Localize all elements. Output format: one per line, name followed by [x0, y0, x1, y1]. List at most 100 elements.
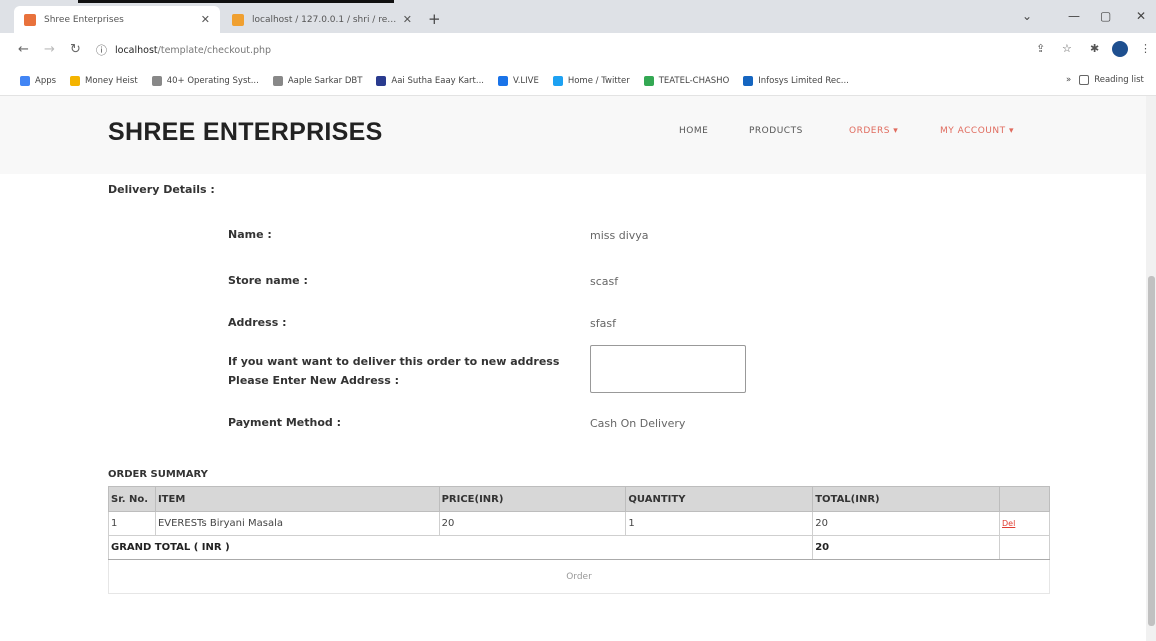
table-row: 1 EVERESTs Biryani Masala 20 1 20 Del [108, 511, 1050, 536]
site-favicon-icon [24, 13, 36, 26]
cell-quantity: 1 [625, 511, 814, 536]
page-scrollbar-thumb[interactable] [1148, 276, 1155, 626]
grand-total-row: GRAND TOTAL ( INR ) 20 [107, 535, 1050, 560]
bookmark-label: Money Heist [85, 75, 138, 86]
bookmark-label: V.LIVE [512, 75, 539, 86]
payment-method-value: Cash On Delivery [590, 417, 686, 430]
address-label: Address : [228, 316, 287, 329]
order-button-cell: Order [108, 559, 1050, 594]
reading-list-label: Reading list [1094, 75, 1144, 85]
order-button[interactable]: Order [566, 572, 592, 582]
bookmarks-bar: Apps Money Heist 40+ Operating Syst... A… [0, 66, 1156, 96]
close-tab-icon[interactable]: ✕ [201, 13, 210, 26]
new-address-label-line1: If you want want to deliver this order t… [228, 355, 560, 368]
bookmark-label: Aaple Sarkar DBT [287, 75, 363, 86]
site-info-icon[interactable]: ⓘ [96, 42, 107, 58]
browser-toolbar: ← → ↻ ⓘ localhost /template/checkout.php… [0, 33, 1156, 66]
col-price: PRICE(INR) [438, 486, 627, 512]
bookmark-item[interactable]: Money Heist [70, 75, 138, 86]
address-bar[interactable]: ⓘ localhost /template/checkout.php [96, 38, 1026, 62]
grand-total-spacer [999, 535, 1050, 560]
bookmark-label: Infosys Limited Rec... [758, 75, 849, 86]
table-header-row: Sr. No. ITEM PRICE(INR) QUANTITY TOTAL(I… [108, 486, 1050, 512]
bookmark-item[interactable]: Home / Twitter [552, 75, 630, 86]
site-icon [272, 75, 283, 86]
tab-title: Shree Enterprises [44, 14, 124, 25]
more-bookmarks-icon[interactable]: » [1066, 75, 1071, 85]
bookmark-item[interactable]: 40+ Operating Syst... [151, 75, 259, 86]
nav-home[interactable]: HOME [679, 126, 708, 136]
top-edge-mark [78, 0, 394, 3]
cell-item: EVERESTs Biryani Masala [154, 511, 440, 536]
bookmark-label: Aai Sutha Eaay Kart... [391, 75, 484, 86]
tab-title: localhost / 127.0.0.1 / shri / regi... [252, 14, 397, 25]
site-icon [743, 75, 754, 86]
nav-orders-dropdown[interactable]: ORDERS ▾ [849, 126, 898, 136]
new-address-textarea[interactable] [590, 345, 746, 393]
col-action [999, 486, 1050, 512]
apps-grid-icon [20, 75, 30, 86]
tab-search-icon[interactable]: ⌄ [1022, 9, 1032, 23]
site-icon [497, 75, 508, 86]
bookmark-label: 40+ Operating Syst... [166, 75, 259, 86]
browser-tab-active[interactable]: Shree Enterprises ✕ [14, 6, 220, 33]
order-summary-title: ORDER SUMMARY [108, 469, 208, 480]
grand-total-label: GRAND TOTAL ( INR ) [107, 535, 814, 560]
nav-products[interactable]: PRODUCTS [749, 126, 803, 136]
site-icon [643, 75, 654, 86]
brand-logo[interactable]: SHREE ENTERPRISES [108, 118, 383, 147]
profile-avatar-icon[interactable] [1112, 41, 1128, 57]
bookmark-label: TEATEL-CHASHO [658, 75, 730, 86]
back-icon[interactable]: ← [18, 42, 29, 57]
delivery-details-title: Delivery Details : [108, 183, 215, 196]
site-icon [151, 75, 162, 86]
new-address-label-line2: Please Enter New Address : [228, 374, 399, 387]
bookmark-label: Apps [35, 75, 57, 86]
col-total: TOTAL(INR) [812, 486, 1001, 512]
name-label: Name : [228, 228, 272, 241]
cell-total: 20 [812, 511, 1001, 536]
address-value: sfasf [590, 317, 616, 330]
cell-action: Del [999, 511, 1050, 536]
cell-price: 20 [438, 511, 627, 536]
name-value: miss divya [590, 229, 649, 242]
new-tab-icon[interactable]: + [428, 10, 441, 28]
col-quantity: QUANTITY [625, 486, 814, 512]
twitter-icon [552, 75, 563, 86]
order-button-row: Order [108, 559, 1050, 594]
reading-list-icon [1079, 75, 1090, 85]
payment-method-label: Payment Method : [228, 416, 342, 429]
minimize-icon[interactable]: — [1068, 9, 1080, 23]
browser-tab-strip: Shree Enterprises ✕ localhost / 127.0.0.… [0, 0, 1156, 33]
url-host: localhost [115, 44, 158, 56]
bookmark-item[interactable]: Aaple Sarkar DBT [272, 75, 363, 86]
bookmark-item[interactable]: V.LIVE [497, 75, 539, 86]
new-address-label: If you want want to deliver this order t… [228, 352, 559, 390]
order-summary-table: Sr. No. ITEM PRICE(INR) QUANTITY TOTAL(I… [107, 486, 1050, 594]
bookmark-item[interactable]: Infosys Limited Rec... [743, 75, 849, 86]
menu-kebab-icon[interactable]: ⋮ [1140, 42, 1151, 55]
extensions-icon[interactable]: ✱ [1090, 42, 1099, 55]
bookmark-item[interactable]: TEATEL-CHASHO [643, 75, 730, 86]
bookmark-star-icon[interactable]: ☆ [1062, 42, 1072, 55]
store-name-label: Store name : [228, 274, 308, 287]
store-name-value: scasf [590, 275, 619, 288]
site-icon [376, 75, 387, 86]
site-header: SHREE ENTERPRISES HOME PRODUCTS ORDERS ▾… [0, 96, 1146, 174]
phpmyadmin-favicon-icon [232, 13, 244, 26]
reload-icon[interactable]: ↻ [70, 42, 81, 57]
bookmark-item[interactable]: Aai Sutha Eaay Kart... [376, 75, 484, 86]
forward-icon[interactable]: → [44, 42, 55, 57]
close-tab-icon[interactable]: ✕ [403, 13, 412, 26]
maximize-icon[interactable]: ▢ [1100, 9, 1111, 23]
window-close-icon[interactable]: ✕ [1136, 9, 1146, 23]
browser-tab-phpmyadmin[interactable]: localhost / 127.0.0.1 / shri / regi... ✕ [222, 6, 422, 33]
folder-icon [70, 75, 81, 86]
nav-my-account-dropdown[interactable]: MY ACCOUNT ▾ [940, 126, 1014, 136]
reading-list[interactable]: » Reading list [1066, 75, 1144, 85]
bookmark-apps[interactable]: Apps [20, 75, 57, 86]
bookmark-label: Home / Twitter [567, 75, 630, 86]
delete-item-link[interactable]: Del [1002, 519, 1015, 528]
share-icon[interactable]: ⇪ [1036, 42, 1045, 55]
grand-total-value: 20 [812, 535, 1001, 560]
